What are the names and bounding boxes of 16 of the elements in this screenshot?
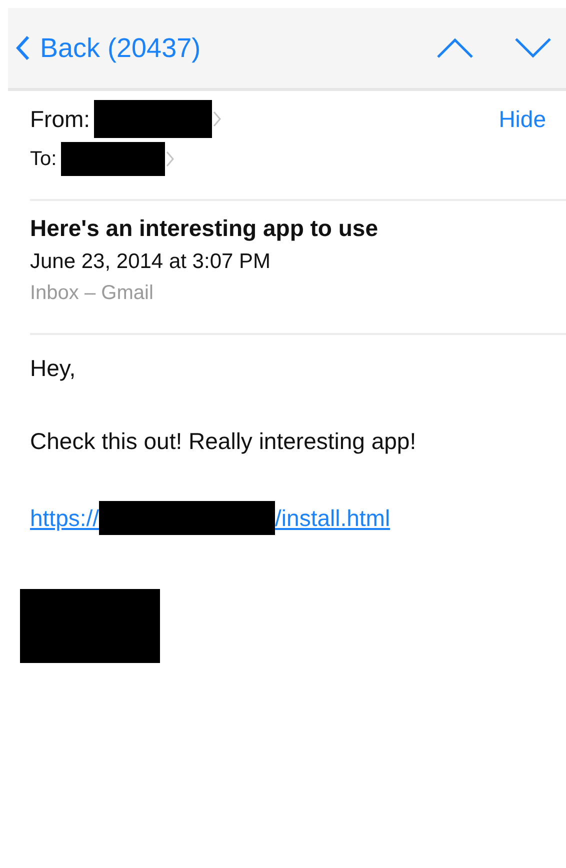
chevron-right-icon bbox=[164, 150, 175, 168]
from-label: From: bbox=[30, 106, 90, 132]
to-label: To: bbox=[30, 148, 57, 170]
previous-message-icon[interactable] bbox=[436, 37, 474, 59]
body-text: Check this out! Really interesting app! bbox=[30, 428, 418, 455]
mailbox-text: Inbox – Gmail bbox=[30, 282, 154, 305]
link[interactable]: https:// bbox=[30, 504, 100, 532]
date-text: June 23, 2014 at 3:07 PM bbox=[30, 250, 272, 274]
greeting-text: Hey, bbox=[30, 355, 77, 382]
subject-text: Here's an interesting app to use bbox=[30, 215, 379, 242]
hide-button[interactable]: Hide bbox=[492, 104, 552, 134]
back-chevron-icon bbox=[16, 35, 30, 61]
back-button[interactable]: Back (20437) bbox=[16, 32, 201, 64]
next-message-icon[interactable] bbox=[514, 37, 552, 59]
chevron-right-icon bbox=[212, 110, 222, 128]
link[interactable]: /install.html bbox=[275, 504, 390, 532]
